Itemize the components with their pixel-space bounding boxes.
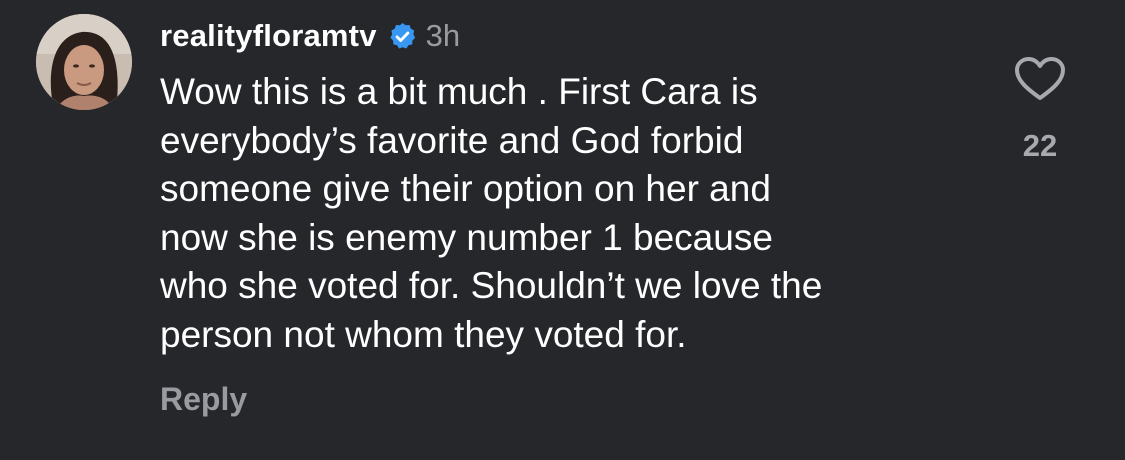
comment: realityfloramtv 3h Wow this is a bit muc… bbox=[0, 0, 1125, 460]
heart-outline-icon bbox=[1015, 57, 1065, 100]
like-button[interactable] bbox=[1014, 56, 1066, 102]
comment-text: Wow this is a bit much . First Cara is e… bbox=[160, 71, 823, 355]
like-count: 22 bbox=[1022, 128, 1058, 163]
username[interactable]: realityfloramtv bbox=[160, 18, 377, 54]
timestamp: 3h bbox=[425, 18, 461, 53]
verified-badge-icon bbox=[387, 21, 418, 52]
reply-button[interactable]: Reply bbox=[160, 381, 247, 418]
comment-header: realityfloramtv 3h bbox=[160, 14, 460, 58]
avatar[interactable] bbox=[36, 14, 132, 110]
avatar-image bbox=[36, 14, 132, 110]
